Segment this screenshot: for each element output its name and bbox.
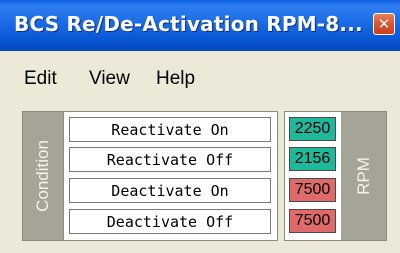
condition-reactivate-on: Reactivate On	[69, 117, 271, 142]
condition-list: Reactivate On Reactivate Off Deactivate …	[64, 111, 278, 241]
condition-header-label: Condition	[33, 140, 52, 212]
rpm-header: RPM	[341, 112, 386, 240]
content-area: Condition Reactivate On Reactivate Off D…	[0, 103, 400, 253]
app-window: BCS Re/De-Activation RPM-8... ✕ Edit Vie…	[0, 0, 400, 253]
title-bar[interactable]: BCS Re/De-Activation RPM-8... ✕	[0, 0, 400, 51]
condition-reactivate-off: Reactivate Off	[69, 147, 271, 172]
rpm-list: 2250 2156 7500 7500	[285, 112, 341, 240]
rpm-header-label: RPM	[353, 157, 373, 195]
rpm-value-reactivate-on[interactable]: 2250	[289, 117, 336, 141]
menu-bar: Edit View Help	[0, 51, 400, 103]
condition-deactivate-on: Deactivate On	[69, 178, 271, 203]
menu-view[interactable]: View	[89, 68, 130, 90]
menu-help[interactable]: Help	[156, 68, 195, 90]
condition-header: Condition	[22, 111, 64, 241]
close-icon: ✕	[377, 14, 391, 33]
rpm-value-deactivate-on[interactable]: 7500	[289, 178, 336, 202]
close-button[interactable]: ✕	[373, 13, 395, 35]
menu-edit[interactable]: Edit	[24, 68, 57, 90]
rpm-value-reactivate-off[interactable]: 2156	[289, 147, 336, 171]
rpm-value-deactivate-off[interactable]: 7500	[289, 209, 336, 233]
condition-deactivate-off: Deactivate Off	[69, 209, 271, 234]
rpm-panel: 2250 2156 7500 7500 RPM	[284, 111, 387, 241]
window-title: BCS Re/De-Activation RPM-8...	[14, 12, 363, 36]
